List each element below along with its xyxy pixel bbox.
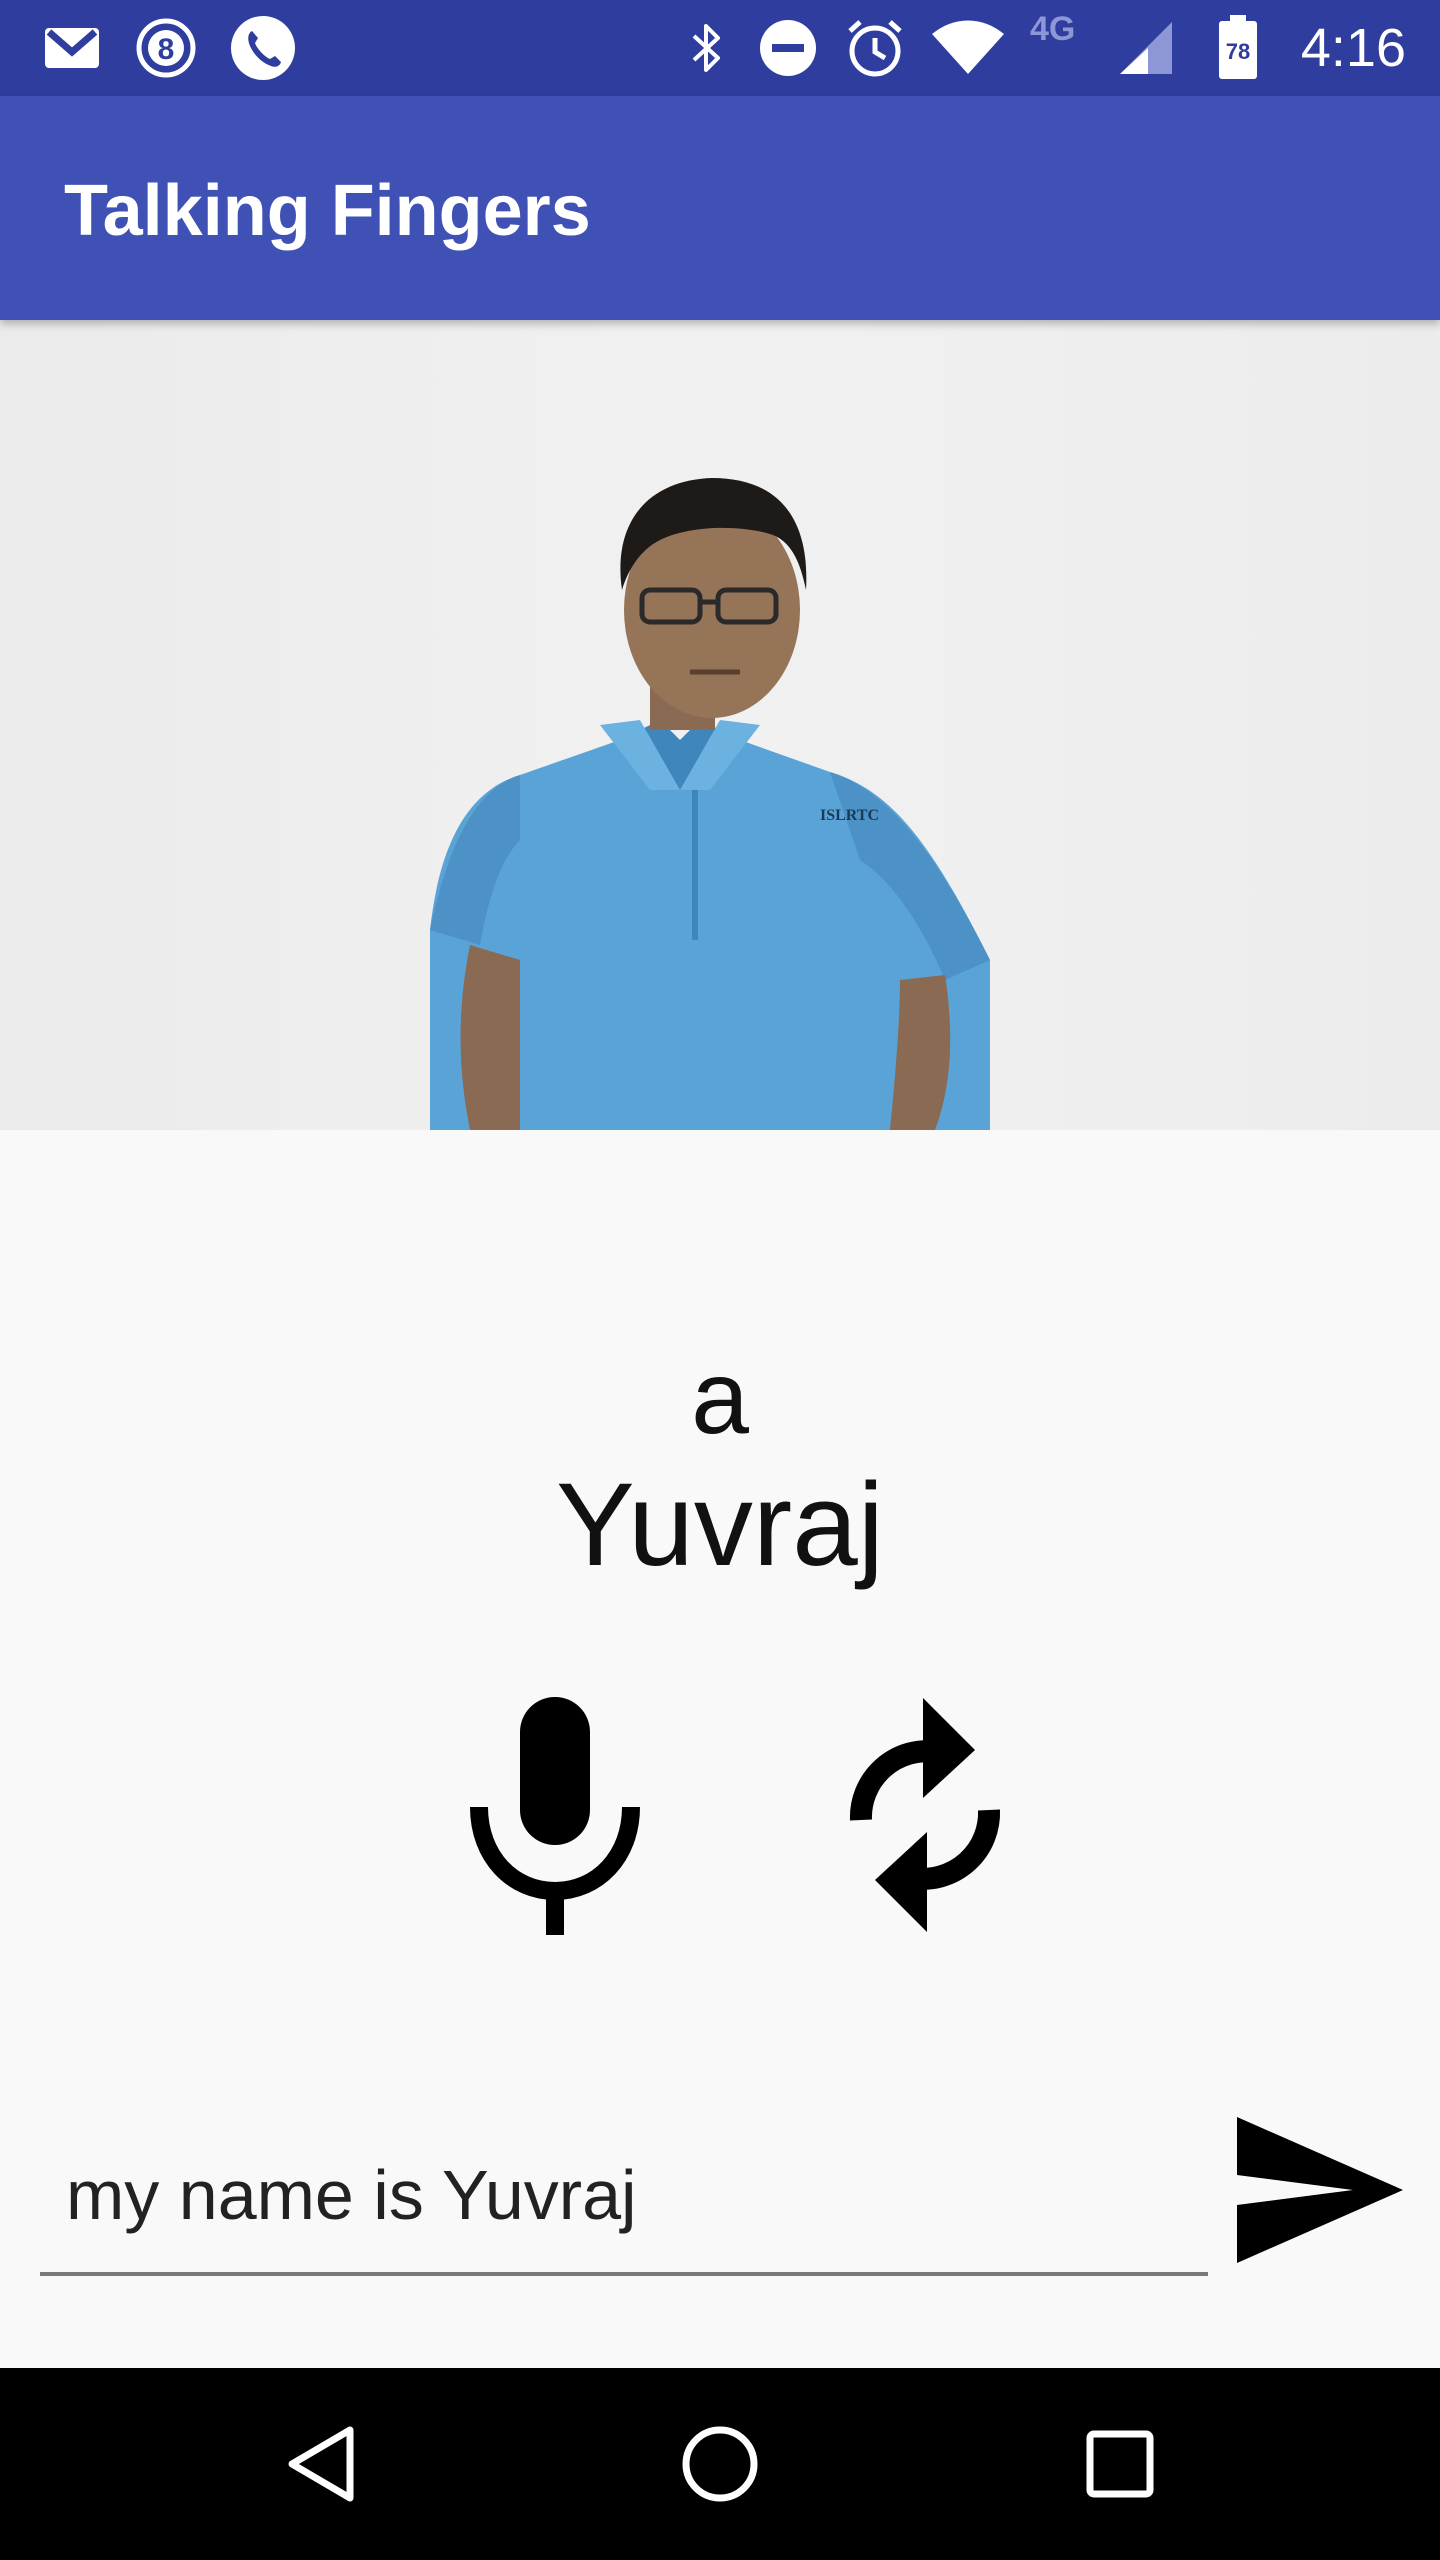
message-input[interactable]	[64, 2130, 1184, 2260]
recents-button[interactable]	[1020, 2368, 1220, 2560]
mic-button[interactable]	[440, 1680, 670, 1950]
wifi-icon	[928, 0, 1008, 96]
signal-icon	[1116, 0, 1176, 96]
status-bar: 8 4G 78 4:16	[0, 0, 1440, 96]
battery-level: 78	[1226, 39, 1250, 64]
badge-8-icon: 8	[134, 0, 198, 96]
shirt-logo-text: ISLRTC	[820, 807, 879, 824]
sign-video: ISLRTC	[0, 320, 1440, 1130]
svg-text:8: 8	[158, 33, 175, 66]
do-not-disturb-icon	[756, 0, 820, 96]
bluetooth-icon	[682, 0, 732, 96]
gmail-icon	[40, 0, 104, 96]
alarm-icon	[842, 0, 908, 96]
send-icon	[1237, 2117, 1403, 2263]
back-icon	[288, 2426, 354, 2502]
app-bar: Talking Fingers	[0, 96, 1440, 320]
refresh-icon	[849, 1698, 1001, 1932]
refresh-button[interactable]	[810, 1680, 1040, 1950]
app-title: Talking Fingers	[64, 171, 591, 251]
signer-illustration: ISLRTC	[430, 478, 990, 1130]
current-word: Yuvraj	[556, 1459, 884, 1591]
home-icon	[682, 2426, 758, 2502]
send-button[interactable]	[1220, 2100, 1420, 2280]
phone-icon	[228, 0, 298, 96]
network-type-label: 4G	[1030, 10, 1076, 48]
recents-icon	[1086, 2430, 1154, 2498]
back-button[interactable]	[220, 2368, 420, 2560]
home-button[interactable]	[620, 2368, 820, 2560]
previous-word: a	[691, 1340, 749, 1456]
battery-icon: 78	[1214, 0, 1262, 96]
navigation-bar	[0, 2368, 1440, 2560]
message-field[interactable]	[40, 2130, 1208, 2276]
mic-icon	[470, 1697, 640, 1935]
status-clock: 4:16	[1300, 18, 1406, 78]
